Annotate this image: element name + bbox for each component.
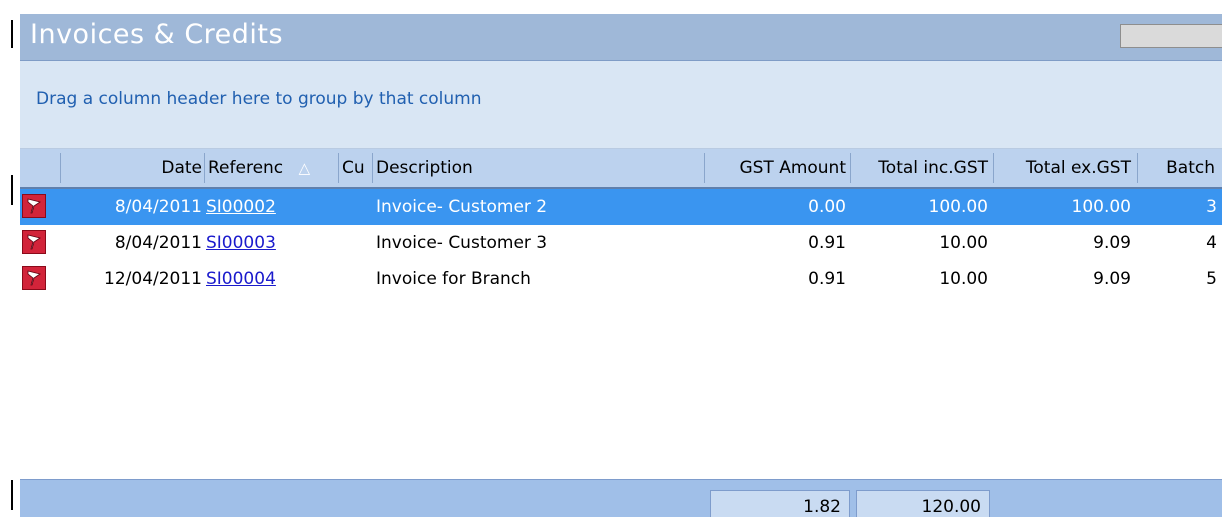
row-total-inc-gst: 100.00	[928, 197, 988, 217]
sort-ascending-icon: △	[298, 159, 311, 177]
column-header-date-label: Date	[161, 158, 202, 178]
row-description: Invoice for Branch	[376, 269, 531, 289]
row-gst-amount: 0.91	[808, 269, 846, 289]
header-separator	[60, 153, 61, 183]
group-by-area[interactable]: Drag a column header here to group by th…	[20, 61, 1222, 149]
header-separator	[338, 153, 339, 183]
panel-titlebar: Invoices & Credits	[20, 14, 1222, 61]
column-header-customer-label: Cu	[342, 158, 365, 178]
panel-title: Invoices & Credits	[30, 19, 284, 50]
header-separator	[704, 153, 705, 183]
left-border-line-bottom	[11, 480, 13, 510]
row-total-ex-gst: 9.09	[1093, 269, 1131, 289]
row-description: Invoice- Customer 3	[376, 233, 548, 253]
row-reference-link[interactable]: SI00002	[206, 189, 336, 225]
red-flag-icon[interactable]	[22, 230, 46, 254]
column-header-reference-label: Referenc	[208, 158, 284, 178]
column-header-total-inc-gst[interactable]: Total inc.GST	[852, 149, 992, 187]
table-row[interactable]: 8/04/2011 SI00002 Invoice- Customer 2 0.…	[20, 189, 1222, 225]
row-batch: 4	[1206, 233, 1217, 253]
column-header-total-inc-label: Total inc.GST	[878, 158, 988, 178]
row-batch: 5	[1206, 269, 1217, 289]
header-separator	[850, 153, 851, 183]
invoice-list: 8/04/2011 SI00002 Invoice- Customer 2 0.…	[20, 189, 1222, 479]
column-header-total-ex-label: Total ex.GST	[1025, 158, 1131, 178]
total-inc-gst: 120.00	[856, 490, 990, 517]
group-by-hint: Drag a column header here to group by th…	[36, 89, 482, 109]
header-separator	[372, 153, 373, 183]
row-total-inc-gst: 10.00	[939, 233, 988, 253]
column-header-gst-label: GST Amount	[739, 158, 846, 178]
row-total-inc-gst: 10.00	[939, 269, 988, 289]
window-top-strip	[0, 0, 1222, 14]
column-header-customer[interactable]: Cu	[342, 149, 372, 187]
red-flag-icon[interactable]	[22, 194, 46, 218]
column-header-batch-label: Batch	[1166, 158, 1215, 178]
row-gst-amount: 0.00	[808, 197, 846, 217]
row-reference-link[interactable]: SI00003	[206, 225, 336, 261]
row-total-ex-gst: 9.09	[1093, 233, 1131, 253]
table-row[interactable]: 12/04/2011 SI00004 Invoice for Branch 0.…	[20, 261, 1222, 297]
header-separator	[204, 153, 205, 183]
row-reference-link[interactable]: SI00004	[206, 261, 336, 297]
left-border-line	[11, 20, 13, 48]
column-header-total-ex-gst[interactable]: Total ex.GST	[995, 149, 1135, 187]
table-row[interactable]: 8/04/2011 SI00003 Invoice- Customer 3 0.…	[20, 225, 1222, 261]
row-date: 8/04/2011	[114, 197, 202, 217]
header-separator	[1137, 153, 1138, 183]
column-header-description-label: Description	[376, 158, 473, 178]
total-gst-amount: 1.82	[710, 490, 850, 517]
column-header-gst-amount[interactable]: GST Amount	[706, 149, 850, 187]
column-header-description[interactable]: Description	[376, 149, 706, 187]
row-date: 12/04/2011	[104, 269, 202, 289]
column-header-row: Date Referenc △ Cu Description GST Amoun…	[20, 149, 1222, 189]
column-header-reference[interactable]: Referenc △	[208, 149, 340, 187]
header-separator	[993, 153, 994, 183]
totals-footer: 1.82 120.00	[20, 479, 1222, 517]
column-header-batch[interactable]: Batch	[1139, 149, 1219, 187]
titlebar-control[interactable]	[1120, 24, 1222, 48]
row-total-ex-gst: 100.00	[1071, 197, 1131, 217]
left-border-line-mid	[11, 175, 13, 205]
row-gst-amount: 0.91	[808, 233, 846, 253]
column-header-date[interactable]: Date	[64, 149, 202, 187]
row-date: 8/04/2011	[114, 233, 202, 253]
red-flag-icon[interactable]	[22, 266, 46, 290]
row-description: Invoice- Customer 2	[376, 197, 548, 217]
invoices-credits-panel: Invoices & Credits Drag a column header …	[20, 14, 1222, 517]
row-batch: 3	[1206, 197, 1217, 217]
